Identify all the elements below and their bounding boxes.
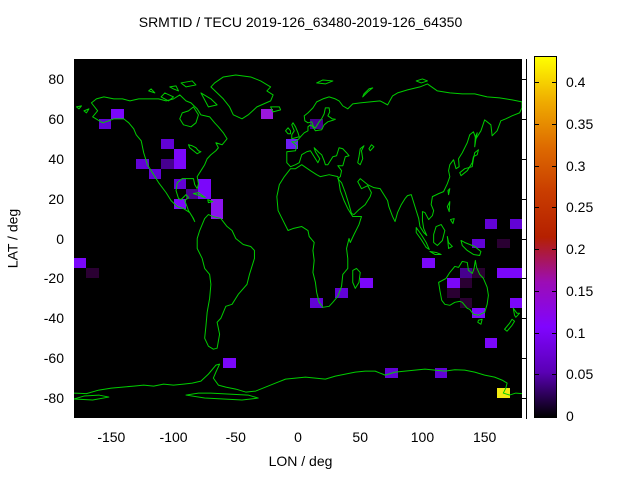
coast-great-lakes (188, 145, 200, 154)
colorbar-tick-label: 0.4 (566, 74, 586, 91)
colorbar-tick (552, 165, 556, 167)
right-border-tick (521, 318, 526, 320)
coast-north-america (91, 95, 227, 222)
plot-title: SRMTID / TECU 2019-126_63480-2019-126_64… (138, 14, 463, 30)
right-border-tick (521, 278, 526, 280)
coast-eurasia (287, 84, 522, 236)
y-tick-label: -60 (43, 350, 64, 367)
right-border-tick (521, 78, 526, 80)
y-tick-label: 20 (48, 190, 64, 207)
x-tick-label: 150 (472, 429, 497, 445)
colorbar-tick-label: 0.15 (566, 282, 594, 299)
colorbar-tick (535, 207, 539, 209)
colorbar-tick (552, 416, 556, 417)
colorbar-tick (535, 165, 539, 167)
right-border-tick (521, 238, 526, 240)
x-tick-label: -100 (159, 429, 188, 445)
colorbar-tick (535, 249, 539, 251)
coast-africa (277, 165, 362, 308)
colorbar (534, 56, 557, 418)
colorbar-tick-label: 0.3 (566, 157, 586, 174)
colorbar-tick (552, 374, 556, 376)
colorbar-tick (535, 332, 539, 334)
y-tick-label: 0 (56, 230, 64, 247)
gnuplot-figure: SRMTID / TECU 2019-126_63480-2019-126_64… (0, 0, 640, 480)
colorbar-tick (552, 82, 556, 84)
right-border-tick (521, 358, 526, 360)
coast-arctic-russia-islands (317, 79, 428, 97)
colorbar-tick-label: 0.25 (566, 199, 594, 216)
colorbar-tick-label: 0.35 (566, 115, 594, 132)
right-border-tick (521, 118, 526, 120)
colorbar-tick (552, 123, 556, 125)
coast-arctic-islands (149, 81, 217, 107)
coast-antarctica-shelf (74, 393, 258, 400)
y-tick-label: -20 (43, 270, 64, 287)
colorbar-tick (535, 374, 539, 376)
coast-south-america (197, 215, 254, 350)
coast-hudson-bay (180, 107, 199, 127)
colorbar-tick (552, 249, 556, 251)
x-tick-label: 0 (294, 429, 302, 445)
y-tick-label: 60 (48, 110, 64, 127)
coast-iceland (271, 107, 281, 112)
plot-right-border (526, 59, 527, 419)
coast-bering-islets (76, 106, 88, 113)
colorbar-tick-label: 0.05 (566, 366, 594, 383)
x-axis-label: LON / deg (268, 453, 333, 469)
right-border-tick (521, 398, 526, 400)
colorbar-tick (552, 290, 556, 292)
y-tick-label: -40 (43, 310, 64, 327)
colorbar-tick (535, 290, 539, 292)
coast-australia (439, 260, 489, 324)
coast-new-zealand (505, 308, 520, 331)
x-tick-label: 50 (352, 429, 369, 445)
y-tick-label: -80 (43, 390, 64, 407)
world-heatmap (74, 59, 522, 418)
colorbar-tick (535, 82, 539, 84)
right-border-tick (521, 198, 526, 200)
coast-antarctica (74, 364, 522, 395)
coast-caspian-aral (358, 145, 374, 165)
coast-british-isles (286, 123, 300, 139)
colorbar-tick (552, 207, 556, 209)
colorbar-tick-label: 0.2 (566, 241, 586, 258)
colorbar-tick (535, 123, 539, 125)
colorbar-tick (535, 416, 539, 417)
coast-madagascar (353, 268, 360, 288)
colorbar-tick-label: 0 (566, 408, 574, 424)
right-border-tick (521, 158, 526, 160)
x-tick-label: 100 (410, 429, 435, 445)
y-tick-label: 40 (48, 150, 64, 167)
coast-caribbean (193, 193, 212, 203)
x-tick-label: -50 (225, 429, 246, 445)
coast-indonesia (416, 225, 481, 256)
coast-greenland (211, 75, 273, 119)
x-tick-label: -150 (97, 429, 126, 445)
y-tick-label: 80 (48, 70, 64, 87)
coast-japan (460, 133, 479, 176)
colorbar-tick (552, 332, 556, 334)
colorbar-tick-label: 0.1 (566, 324, 586, 341)
coastline-map (74, 59, 522, 418)
coast-east-asia-islands (447, 189, 454, 224)
